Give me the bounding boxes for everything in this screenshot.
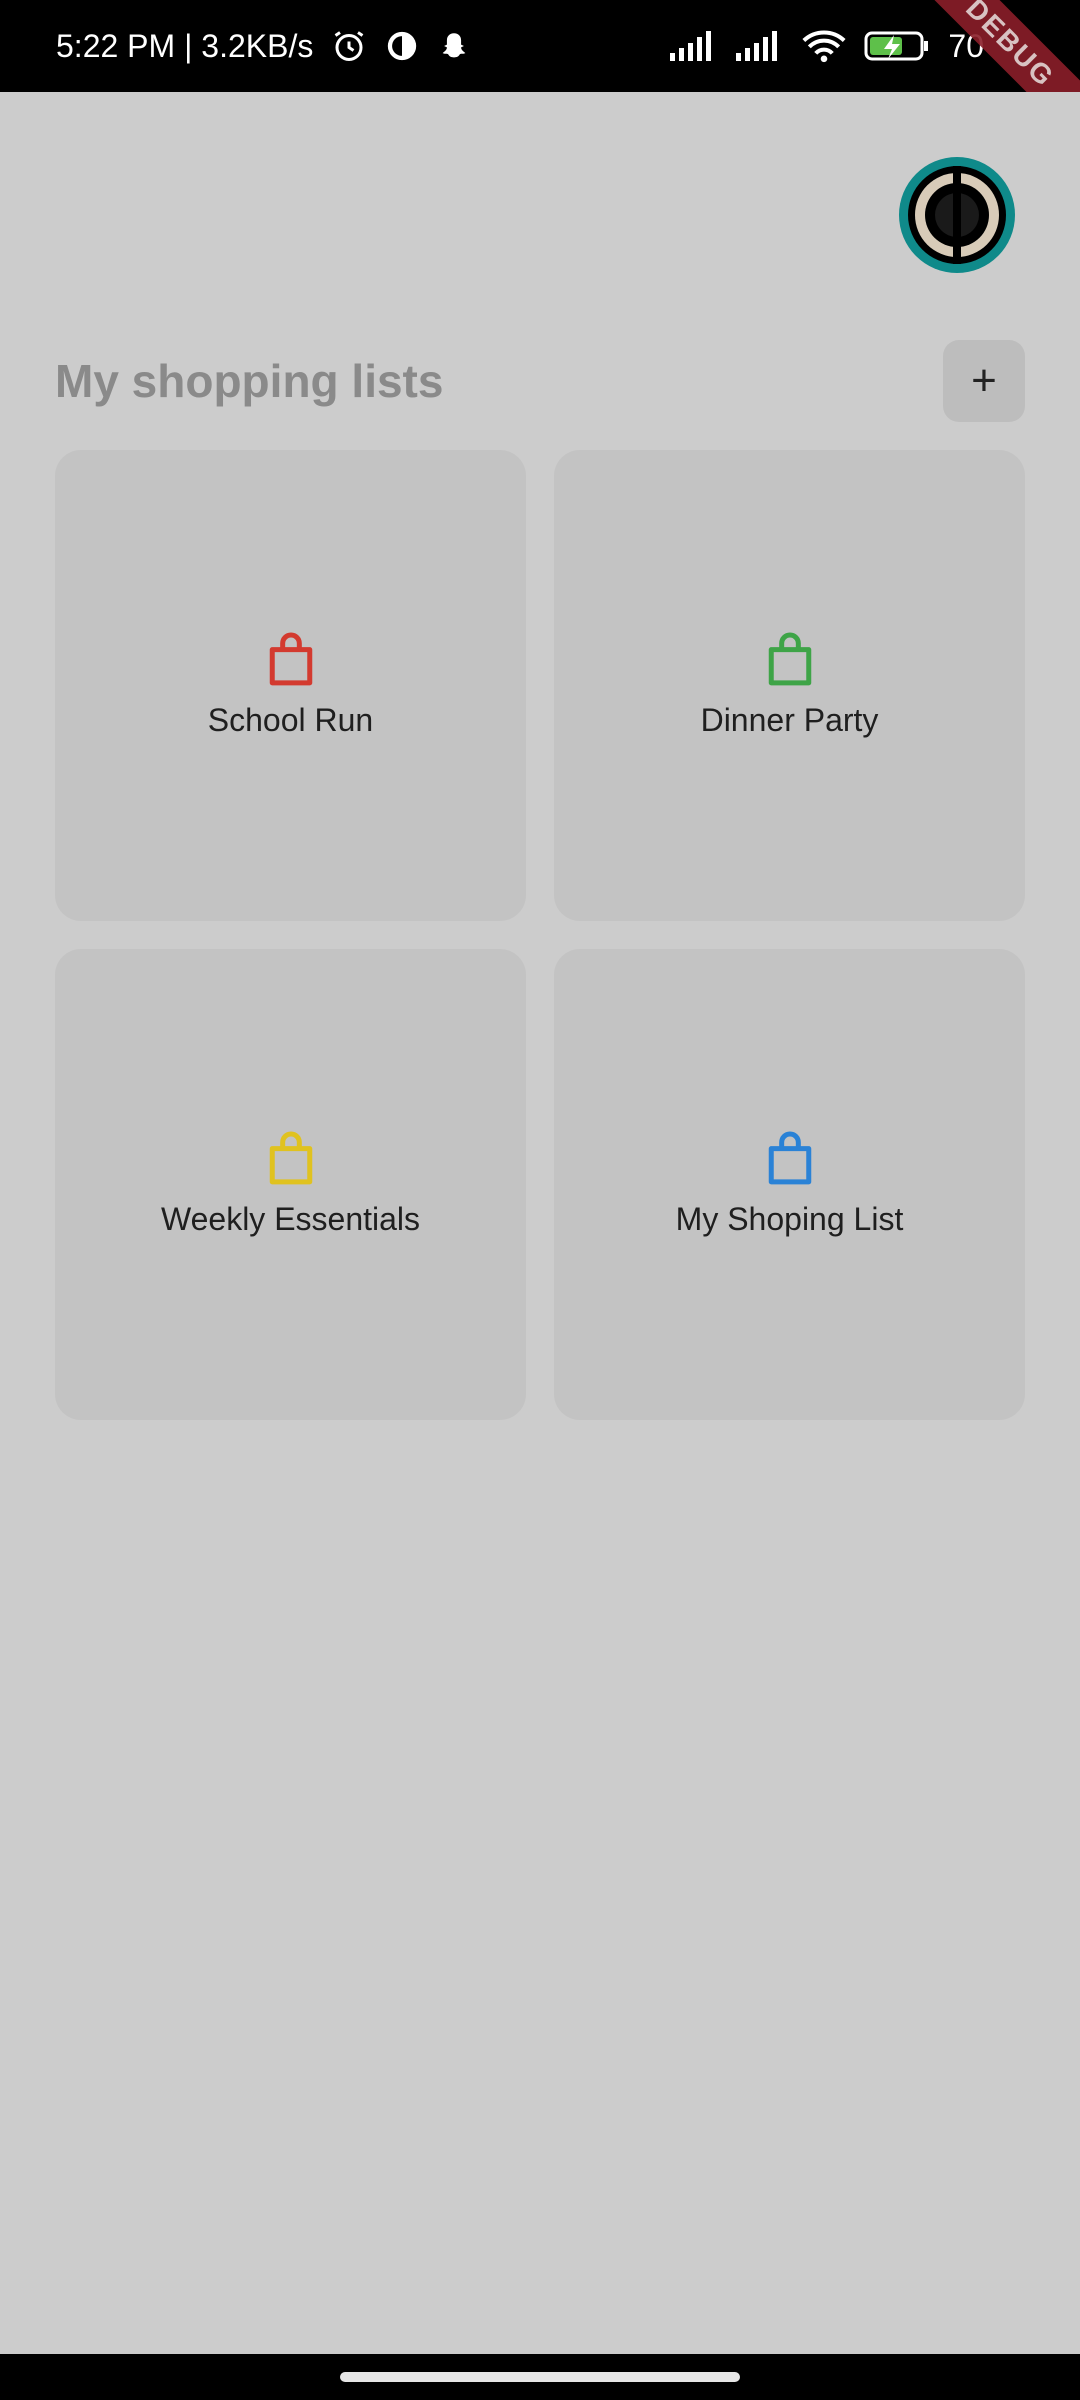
list-card-weekly-essentials[interactable]: Weekly Essentials: [55, 949, 526, 1420]
alarm-icon: [331, 28, 367, 64]
page-title: My shopping lists: [55, 355, 444, 407]
shopping-bag-icon: [269, 632, 312, 686]
header-row: My shopping lists +: [55, 338, 1025, 424]
signal-icon-2: [736, 31, 784, 61]
plus-icon: +: [971, 356, 997, 405]
shopping-bag-icon: [768, 632, 811, 686]
bag-shape: [269, 647, 312, 686]
avatar[interactable]: [898, 156, 1016, 274]
wifi-icon: [802, 29, 846, 63]
signal-icon: [670, 31, 718, 61]
list-card-label: School Run: [207, 702, 374, 738]
shopping-bag-icon: [768, 1131, 811, 1185]
target-logo-icon: [899, 157, 1015, 273]
list-card-label: Weekly Essentials: [160, 1201, 421, 1237]
snapchat-icon: [437, 29, 471, 63]
bag-shape: [768, 647, 811, 686]
home-indicator[interactable]: [340, 2372, 740, 2382]
status-bar: 5:22 PM | 3.2KB/s 70 DEBUG: [0, 0, 1080, 92]
bag-shape: [768, 1146, 811, 1185]
system-nav-bar: [0, 2354, 1080, 2400]
app-notification-icon: [385, 29, 419, 63]
status-left: 5:22 PM | 3.2KB/s: [56, 28, 471, 65]
shopping-lists-grid: School Run Dinner Party Weekly Essential…: [55, 450, 1025, 1420]
list-card-dinner-party[interactable]: Dinner Party: [554, 450, 1025, 921]
list-card-my-shoping-list[interactable]: My Shoping List: [554, 949, 1025, 1420]
list-card-label: My Shoping List: [675, 1201, 904, 1237]
list-card-school-run[interactable]: School Run: [55, 450, 526, 921]
add-list-button[interactable]: +: [943, 340, 1025, 422]
status-time: 5:22 PM | 3.2KB/s: [56, 27, 314, 64]
shopping-bag-icon: [269, 1131, 312, 1185]
list-card-label: Dinner Party: [700, 702, 879, 738]
bag-shape: [269, 1146, 312, 1185]
battery-icon: [864, 29, 930, 63]
